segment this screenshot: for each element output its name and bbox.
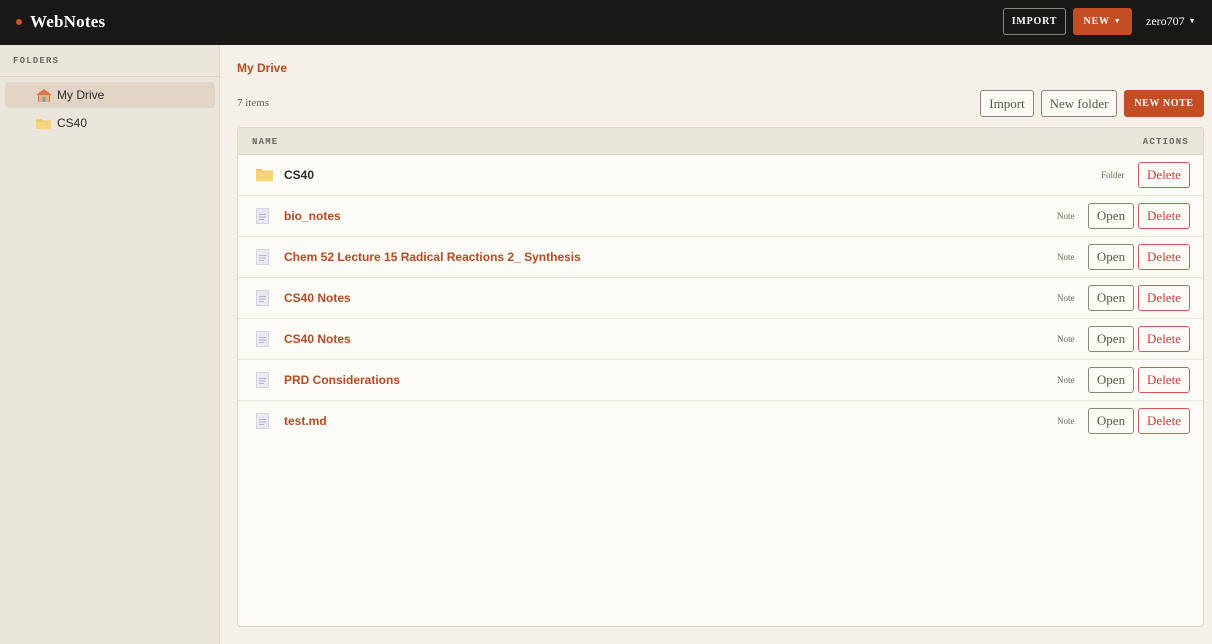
document-icon [256,249,269,265]
sidebar-item-label: CS40 [57,116,88,130]
brand-name: WebNotes [30,12,106,31]
row-name[interactable]: bio_notes [284,209,341,223]
document-icon [256,290,269,306]
open-button[interactable]: Open [1088,326,1134,352]
column-header-name: NAME [252,137,279,147]
sidebar-item-label: My Drive [57,88,105,102]
brand-dot-icon [16,19,22,25]
breadcrumb[interactable]: My Drive [237,61,287,75]
folder-icon [256,169,273,181]
document-icon [256,208,269,224]
table-row[interactable]: test.md Note Open Delete [238,401,1203,442]
delete-button[interactable]: Delete [1138,408,1190,434]
open-button[interactable]: Open [1088,203,1134,229]
chevron-down-icon: ▼ [1113,17,1122,25]
table-row[interactable]: CS40 Notes Note Open Delete [238,278,1203,319]
row-type: Note [1057,252,1075,262]
sidebar-heading: FOLDERS [13,56,60,66]
column-header-actions: ACTIONS [1142,137,1189,147]
row-name[interactable]: Chem 52 Lecture 15 Radical Reactions 2_ … [284,250,581,264]
delete-button[interactable]: Delete [1138,285,1190,311]
delete-button[interactable]: Delete [1138,244,1190,270]
row-type: Note [1057,375,1075,385]
top-new-button[interactable]: NEW ▼ [1073,8,1132,35]
sidebar-item-my-drive[interactable]: My Drive [5,82,215,108]
delete-button[interactable]: Delete [1138,326,1190,352]
user-menu[interactable]: zero707 ▼ [1146,14,1196,29]
table-row[interactable]: CS40 Notes Note Open Delete [238,319,1203,360]
files-table: NAME ACTIONS CS40 Folder Delete bio_note… [237,127,1204,627]
row-type: Note [1057,211,1075,221]
import-button[interactable]: Import [980,90,1034,117]
top-new-label: NEW [1083,16,1110,27]
sidebar: FOLDERS My Drive CS40 [0,45,220,644]
document-icon [256,372,269,388]
document-icon [256,413,269,429]
table-row[interactable]: Chem 52 Lecture 15 Radical Reactions 2_ … [238,237,1203,278]
row-type: Folder [1101,170,1125,180]
folder-icon [36,119,51,129]
chevron-down-icon: ▼ [1188,17,1196,25]
delete-button[interactable]: Delete [1138,162,1190,188]
row-type: Note [1057,334,1075,344]
sidebar-divider [0,76,219,77]
open-button[interactable]: Open [1088,285,1134,311]
row-type: Note [1057,293,1075,303]
row-name[interactable]: CS40 Notes [284,332,351,346]
table-row[interactable]: CS40 Folder Delete [238,155,1203,196]
table-header: NAME ACTIONS [238,128,1203,155]
user-name: zero707 [1146,14,1185,28]
row-type: Note [1057,416,1075,426]
home-icon [36,89,52,102]
document-icon [256,331,269,347]
row-name[interactable]: CS40 Notes [284,291,351,305]
row-name[interactable]: test.md [284,414,327,428]
open-button[interactable]: Open [1088,408,1134,434]
row-name[interactable]: CS40 [284,168,314,182]
table-row[interactable]: PRD Considerations Note Open Delete [238,360,1203,401]
delete-button[interactable]: Delete [1138,367,1190,393]
table-row[interactable]: bio_notes Note Open Delete [238,196,1203,237]
new-folder-button[interactable]: New folder [1041,90,1117,117]
sidebar-item-cs40[interactable]: CS40 [5,110,215,136]
brand[interactable]: WebNotes [16,12,105,32]
item-count: 7 items [237,97,270,109]
open-button[interactable]: Open [1088,244,1134,270]
top-bar: WebNotes IMPORT NEW ▼ zero707 ▼ [0,0,1212,45]
open-button[interactable]: Open [1088,367,1134,393]
row-name[interactable]: PRD Considerations [284,373,400,387]
top-import-button[interactable]: IMPORT [1003,8,1066,35]
new-note-button[interactable]: NEW NOTE [1124,90,1204,117]
delete-button[interactable]: Delete [1138,203,1190,229]
